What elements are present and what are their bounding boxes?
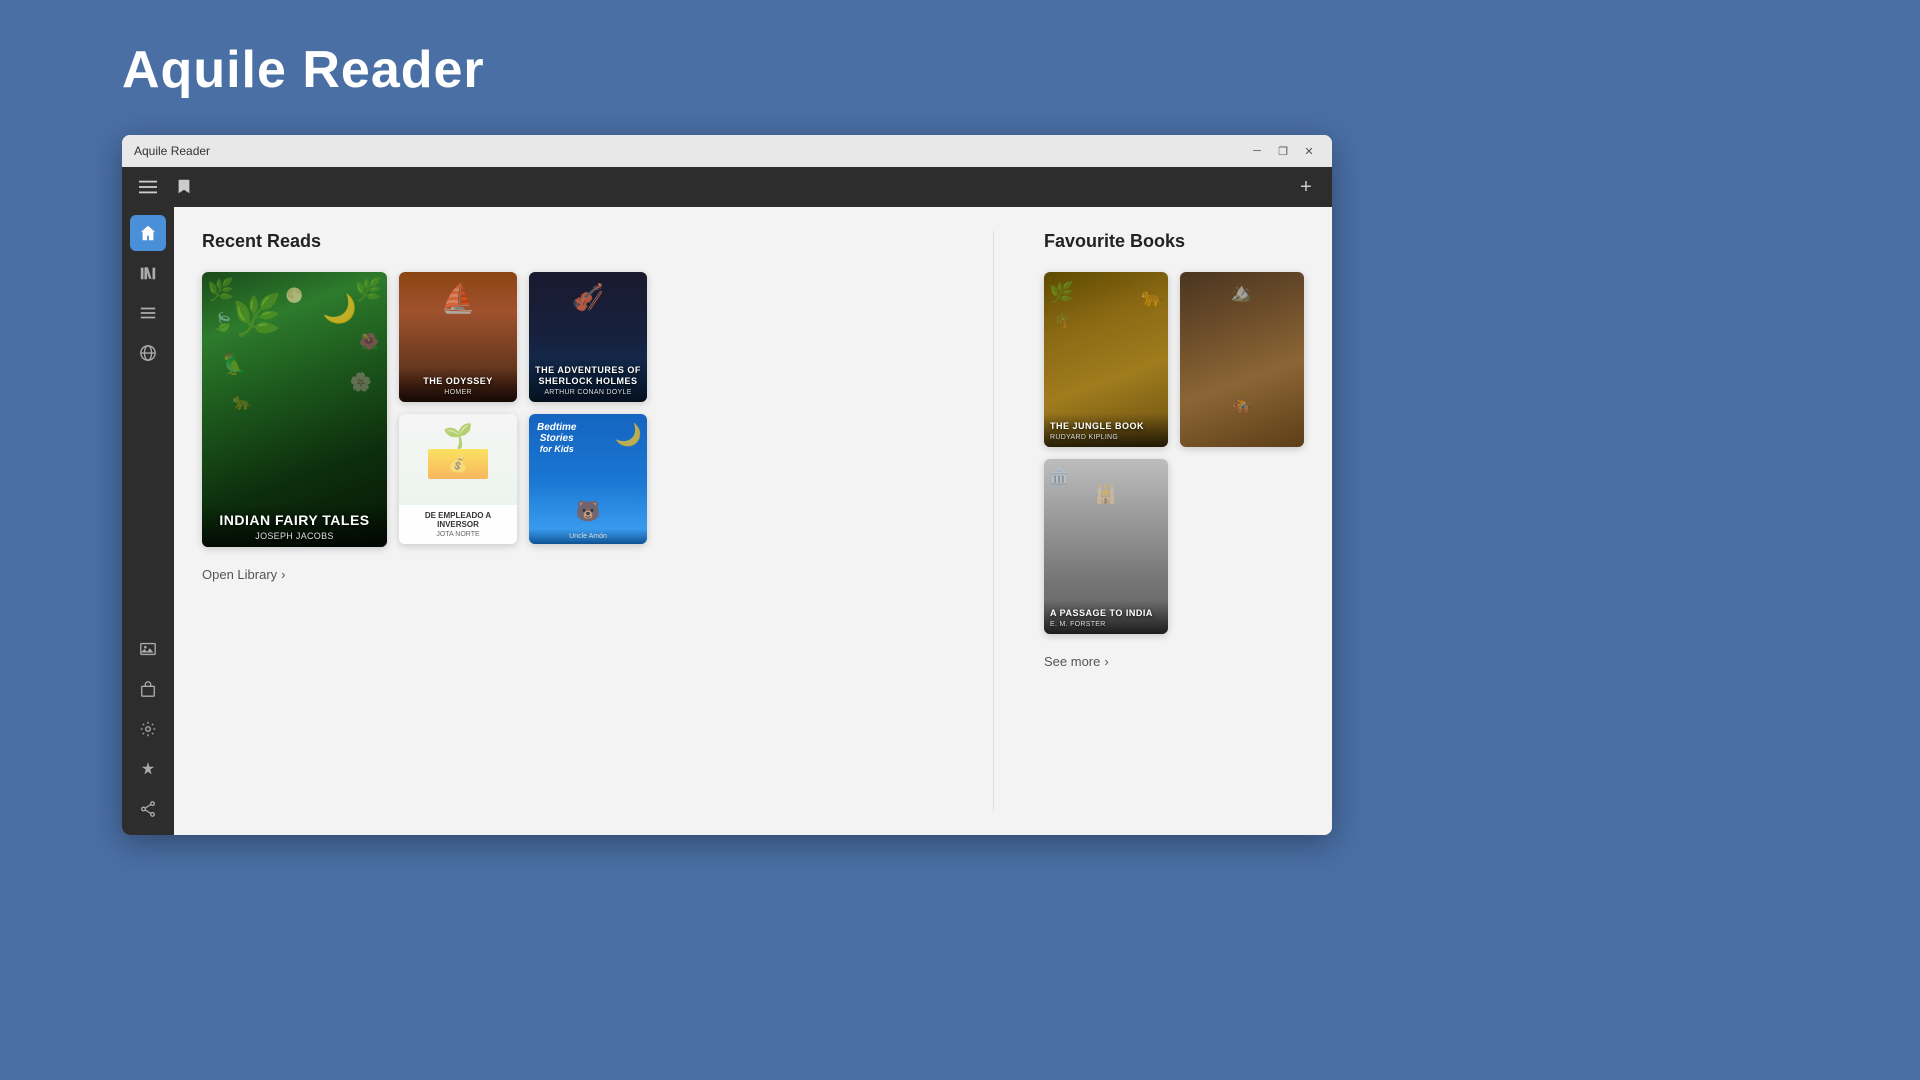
book-author-odyssey: HOMER [405,389,511,396]
add-button[interactable]: + [1292,173,1320,201]
book-card-odyssey[interactable]: ⛵ THE ODYSSEY HOMER [399,272,517,402]
window-title: Aquile Reader [134,144,1246,158]
book-author-passage-india: E. M. FORSTER [1050,621,1162,628]
sidebar-item-library[interactable] [130,255,166,291]
main-panel: Recent Reads 🌕 🌿 🌿 🍃 🌺 � [174,207,1332,835]
book-title-passage-india: A PASSAGE TO INDIA [1050,608,1162,619]
app-title-area: Aquile Reader [122,40,485,100]
favourite-books-footer: See more › [1044,654,1304,669]
favourite-books-title: Favourite Books [1044,231,1304,252]
book-title-indian-fairy-tales: INDIAN FAIRY TALES [208,512,381,529]
recent-reads-title: Recent Reads [202,231,943,252]
sidebar-item-share[interactable] [130,791,166,827]
bookmark-button[interactable] [170,173,198,201]
book-title-jungle-book: THE JUNGLE BOOK [1050,421,1162,432]
book-author-empleado: JOTA NORTE [405,531,511,538]
sidebar-item-home[interactable] [130,215,166,251]
section-divider [993,231,994,811]
book-author-sherlock: ARTHUR CONAN DOYLE [535,389,641,396]
book-author-bedtime: Uncle Amón [533,533,643,540]
close-button[interactable]: ✕ [1298,140,1320,162]
book-card-bedtime[interactable]: BedtimeStoriesfor Kids 🌙 🐻 Uncle Amón [529,414,647,544]
book-card-jungle-book[interactable]: 🌿 🐆 🌴 THE JUNGLE BOOK RUDYARD KIPLING [1044,272,1168,447]
restore-button[interactable]: ❐ [1272,140,1294,162]
titlebar: Aquile Reader ─ ❐ ✕ [122,135,1332,167]
book-author-indian-fairy-tales: JOSEPH JACOBS [208,531,381,541]
book-title-empleado: DE EMPLEADO A INVERSOR [405,511,511,530]
open-library-link[interactable]: Open Library › [202,567,943,582]
sidebar [122,207,174,835]
menu-button[interactable] [134,173,162,201]
book-title-odyssey: THE ODYSSEY [405,376,511,387]
minimize-button[interactable]: ─ [1246,140,1268,162]
book-author-jungle-book: RUDYARD KIPLING [1050,434,1162,441]
book-card-indian-fairy-tales[interactable]: 🌕 🌿 🌿 🍃 🌺 🦜 🐆 🌸 INDIAN FAIRY TALES [202,272,387,547]
sidebar-item-settings[interactable] [130,711,166,747]
book-card-empleado[interactable]: 🌱 💰 DE EMPLEADO A INVERSOR JOTA NORTE [399,414,517,544]
book-card-sherlock[interactable]: 🎻 THE ADVENTURES OF SHERLOCK HOLMES ARTH… [529,272,647,402]
sidebar-item-spark[interactable] [130,751,166,787]
book-title-sherlock: THE ADVENTURES OF SHERLOCK HOLMES [535,365,641,387]
sidebar-item-globe[interactable] [130,335,166,371]
sidebar-item-bag[interactable] [130,671,166,707]
main-window: Aquile Reader ─ ❐ ✕ + [122,135,1332,835]
sidebar-item-image[interactable] [130,631,166,667]
app-title: Aquile Reader [122,40,485,100]
book-card-passage-india[interactable]: 🏛️ 🕌 A PASSAGE TO INDIA E. M. FORSTER [1044,459,1168,634]
see-more-link[interactable]: See more › [1044,654,1304,669]
titlebar-controls: ─ ❐ ✕ [1246,140,1320,162]
sidebar-item-list[interactable] [130,295,166,331]
book-card-adventure[interactable]: 🏔️ 🏇 [1180,272,1304,447]
toolbar: + [122,167,1332,207]
recent-reads-section: Recent Reads 🌕 🌿 🌿 🍃 🌺 � [202,231,943,811]
recent-reads-footer: Open Library › [202,567,943,582]
content-area: Recent Reads 🌕 🌿 🌿 🍃 🌺 � [122,207,1332,835]
favourite-books-section: Favourite Books 🌿 🐆 🌴 THE JUNGLE BOOK [1044,231,1304,811]
